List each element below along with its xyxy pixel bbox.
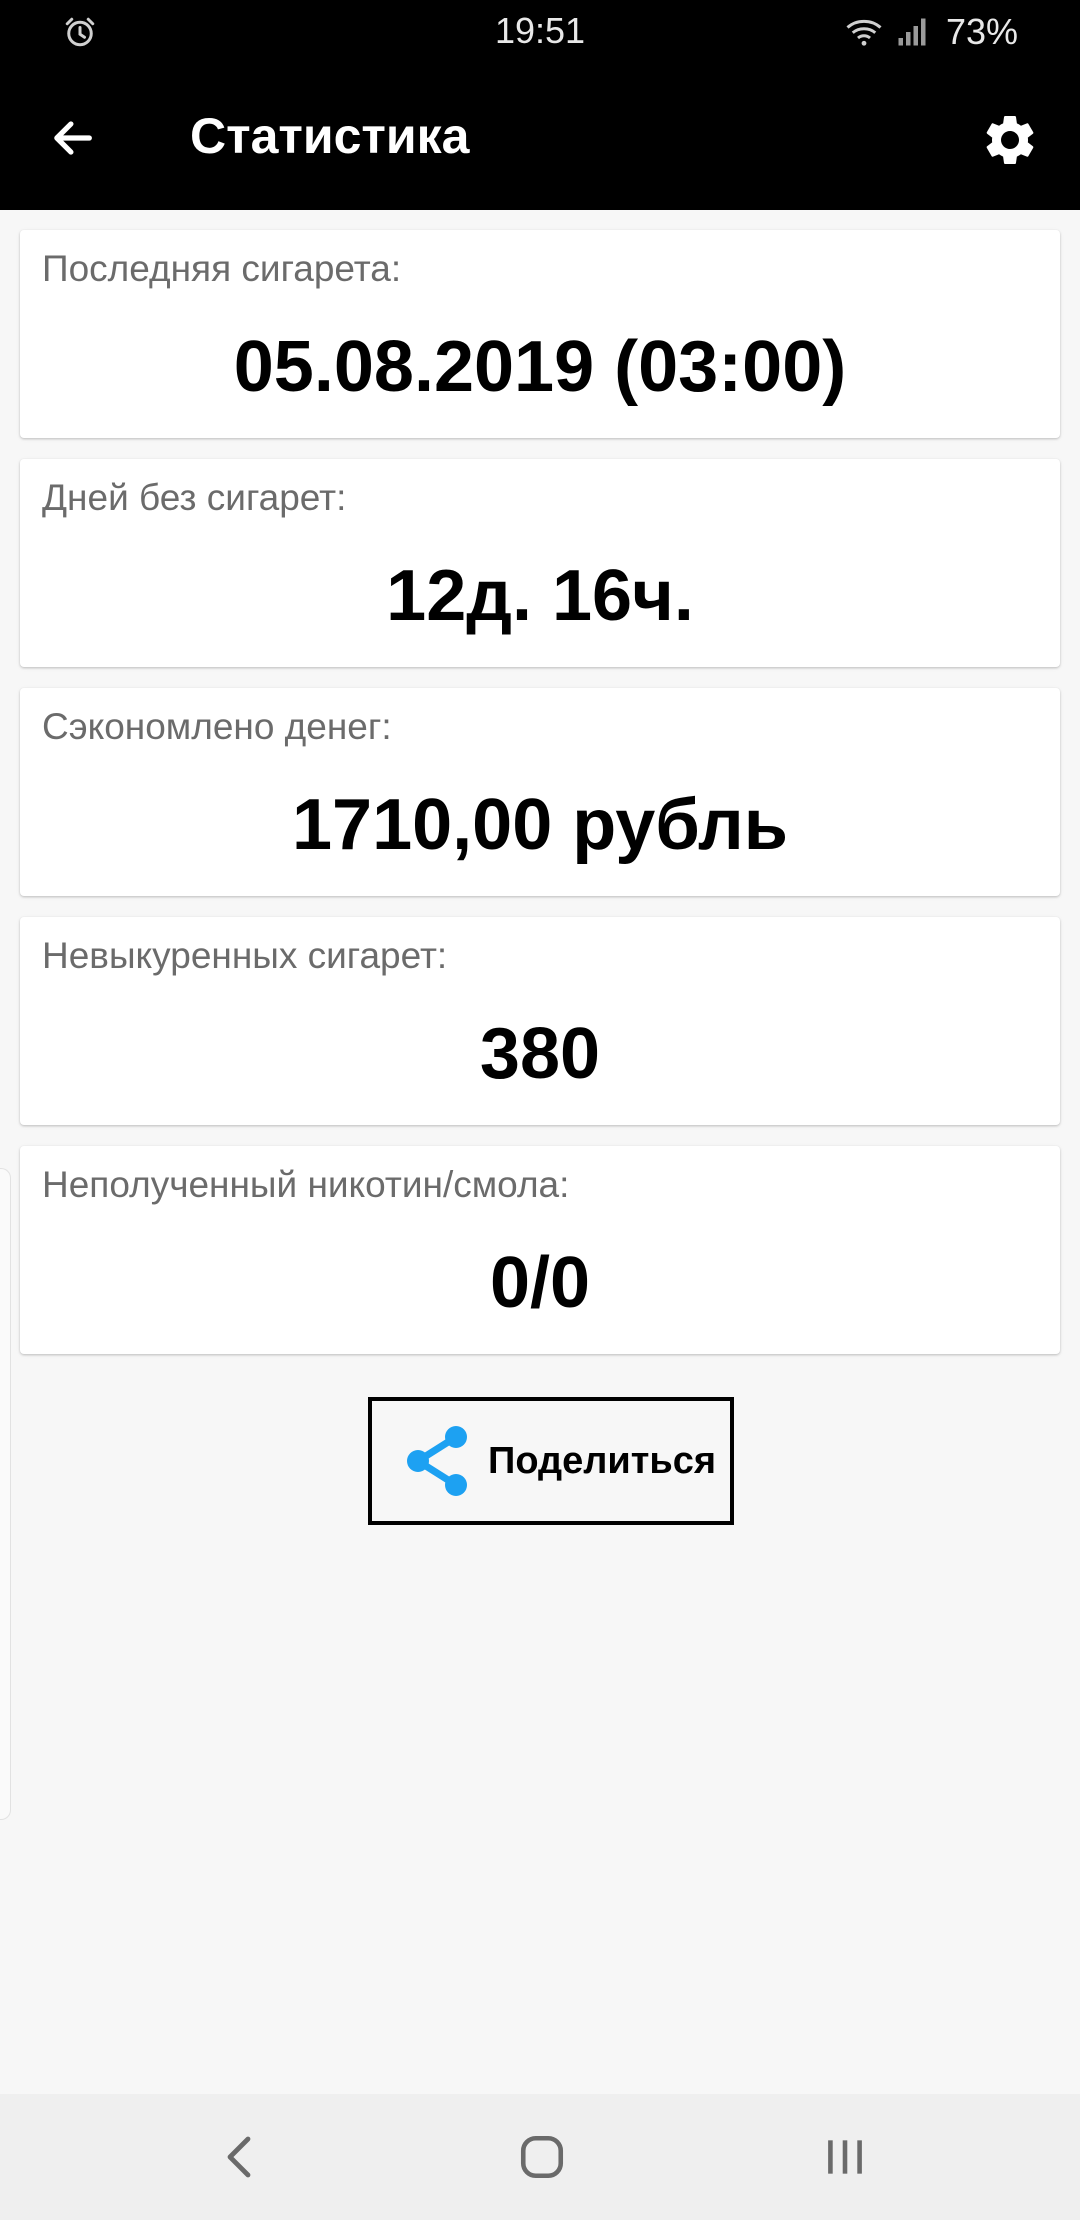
nicotine-tar-label: Неполученный никотин/смола: <box>42 1164 570 1205</box>
nav-home-icon <box>520 2135 564 2179</box>
cigarettes-not-smoked-value: 380 <box>479 1014 601 1094</box>
last-cigarette-value: 05.08.2019 (03:00) <box>233 327 847 407</box>
status-icons: 73% <box>844 10 1018 54</box>
page-title: Статистика <box>190 108 470 164</box>
app-bar: Статистика <box>0 66 1080 210</box>
smoke-free-days-card: Дней без сигарет: 12д. 16ч. <box>20 459 1060 667</box>
money-saved-card: Сэкономлено денег: 1710,00 рубль <box>20 688 1060 896</box>
signal-icon <box>898 18 926 46</box>
side-drawer-handle[interactable] <box>0 1168 11 1820</box>
nav-recents-button[interactable] <box>800 2124 890 2190</box>
smoke-free-days-value: 12д. 16ч. <box>386 556 694 636</box>
system-navigation-bar <box>0 2094 1080 2220</box>
share-button[interactable]: Поделиться <box>368 1397 734 1525</box>
wifi-icon <box>846 19 882 46</box>
smoke-free-days-label: Дней без сигарет: <box>42 477 347 518</box>
settings-button[interactable] <box>970 100 1050 180</box>
arrow-left-icon <box>54 121 92 155</box>
nav-home-button[interactable] <box>497 2124 587 2190</box>
nav-recents-icon <box>828 2140 862 2174</box>
gear-icon <box>986 115 1034 164</box>
money-saved-value: 1710,00 рубль <box>291 785 789 865</box>
nicotine-tar-value: 0/0 <box>489 1243 591 1323</box>
money-saved-label: Сэкономлено денег: <box>42 706 392 747</box>
cigarettes-not-smoked-label: Невыкуренных сигарет: <box>42 935 448 976</box>
last-cigarette-label: Последняя сигарета: <box>42 248 402 289</box>
share-icon <box>407 1426 467 1496</box>
share-label: Поделиться <box>488 1439 717 1482</box>
last-cigarette-card: Последняя сигарета: 05.08.2019 (03:00) <box>20 230 1060 438</box>
back-button[interactable] <box>30 102 114 174</box>
nav-back-button[interactable] <box>195 2124 285 2190</box>
status-bar: 19:51 73% <box>0 0 1080 66</box>
nicotine-tar-card: Неполученный никотин/смола: 0/0 <box>20 1146 1060 1354</box>
cigarettes-not-smoked-card: Невыкуренных сигарет: 380 <box>20 917 1060 1125</box>
nav-back-icon <box>227 2136 251 2178</box>
battery-level: 73% <box>945 11 1018 52</box>
